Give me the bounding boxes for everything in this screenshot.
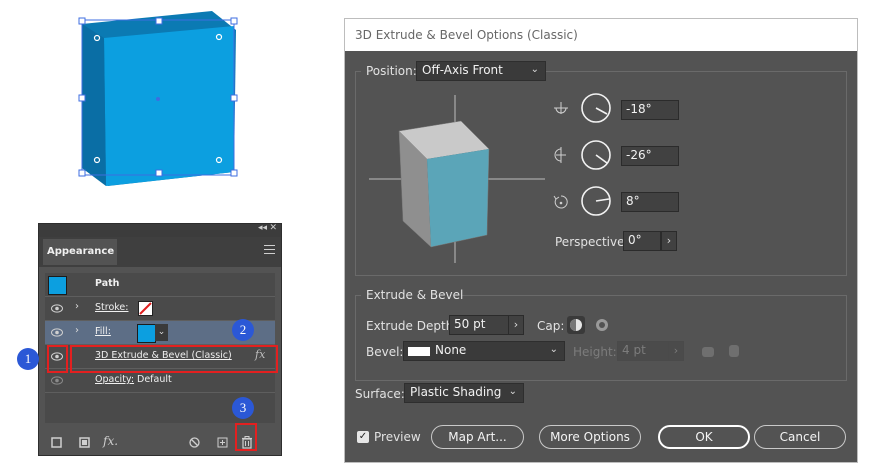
chevron-down-icon: ⌄ xyxy=(549,344,558,355)
z-rotation-dial[interactable] xyxy=(581,186,611,216)
duplicate-item-icon[interactable] xyxy=(217,437,228,448)
opacity-label[interactable]: Opacity: xyxy=(95,374,134,385)
dialog-title: 3D Extrude & Bevel Options (Classic) xyxy=(355,28,578,42)
visibility-eye-icon[interactable] xyxy=(51,328,63,337)
rotation-track-cube[interactable] xyxy=(369,95,545,263)
cap-off-button[interactable] xyxy=(593,316,611,334)
y-axis-rotation-icon xyxy=(554,147,566,163)
y-rotation-dial[interactable] xyxy=(581,140,611,170)
add-new-stroke-icon[interactable] xyxy=(51,437,62,448)
cap-label: Cap: xyxy=(537,319,565,333)
x-rotation-input[interactable]: -18° xyxy=(621,100,679,120)
extrude-bevel-group xyxy=(355,295,847,381)
chevron-down-icon: ⌄ xyxy=(530,64,539,75)
object-thumbnail xyxy=(48,276,67,295)
tab-appearance-label: Appearance xyxy=(47,246,115,257)
fill-color-swatch[interactable] xyxy=(137,324,156,343)
collapse-icon[interactable]: ◂◂ xyxy=(258,223,267,233)
extrude-bevel-section-label: Extrude & Bevel xyxy=(366,288,464,302)
position-dropdown[interactable]: Off-Axis Front ⌄ xyxy=(416,61,546,81)
opacity-value: Default xyxy=(137,374,172,385)
add-new-effect-icon[interactable]: fx. xyxy=(103,434,118,448)
bevel-dropdown[interactable]: None ⌄ xyxy=(403,341,565,361)
bevel-extent-out-button xyxy=(729,345,739,357)
bevel-preview-icon xyxy=(408,347,430,356)
more-options-button[interactable]: More Options xyxy=(539,425,641,449)
map-art-button[interactable]: Map Art... xyxy=(431,425,524,449)
ok-button[interactable]: OK xyxy=(658,425,750,449)
object-path-row[interactable]: Path xyxy=(45,273,275,297)
stroke-label[interactable]: Stroke: xyxy=(95,302,128,313)
expand-chevron-icon[interactable]: › xyxy=(75,301,79,312)
bevel-value: None xyxy=(435,343,467,357)
chevron-down-icon[interactable]: ⌄ xyxy=(155,324,168,341)
z-axis-rotation-icon xyxy=(553,195,568,209)
bevel-extent-in-button xyxy=(702,347,714,357)
extrude-bevel-dialog: 3D Extrude & Bevel Options (Classic) Pos… xyxy=(344,18,858,463)
surface-dropdown[interactable]: Plastic Shading ⌄ xyxy=(404,383,524,403)
extrude-depth-stepper[interactable]: › xyxy=(508,315,524,335)
extrude-depth-label: Extrude Depth: xyxy=(366,319,458,333)
cap-on-button[interactable] xyxy=(567,316,585,334)
selected-3d-object[interactable] xyxy=(70,8,250,198)
close-icon[interactable]: ✕ xyxy=(269,223,277,233)
visibility-eye-icon[interactable] xyxy=(51,304,63,313)
stroke-none-swatch[interactable] xyxy=(138,301,153,316)
highlight-trash xyxy=(235,423,257,451)
object-type-label: Path xyxy=(95,278,120,289)
step-badge-2: 2 xyxy=(232,319,254,341)
perspective-input[interactable]: 0° xyxy=(623,231,661,251)
preview-label[interactable]: Preview xyxy=(374,430,421,444)
position-value: Off-Axis Front xyxy=(422,63,503,77)
extrude-depth-input[interactable]: 50 pt xyxy=(449,315,509,335)
panel-titlebar[interactable]: ◂◂ ✕ xyxy=(39,223,281,237)
perspective-label: Perspective: xyxy=(555,235,629,249)
step-badge-1: 1 xyxy=(17,348,39,370)
step-badge-3: 3 xyxy=(232,397,254,419)
dialog-titlebar[interactable]: 3D Extrude & Bevel Options (Classic) xyxy=(345,19,857,51)
highlight-effect-row xyxy=(70,345,278,373)
expand-chevron-icon[interactable]: › xyxy=(75,325,79,336)
surface-label: Surface: xyxy=(355,387,405,401)
height-label: Height: xyxy=(573,345,617,359)
x-axis-rotation-icon xyxy=(554,102,568,114)
z-rotation-input[interactable]: 8° xyxy=(621,192,679,212)
add-new-fill-icon[interactable] xyxy=(79,437,90,448)
fill-label[interactable]: Fill: xyxy=(95,326,111,337)
visibility-eye-icon xyxy=(51,376,63,385)
position-label: Position: xyxy=(366,64,417,78)
chevron-down-icon: ⌄ xyxy=(508,386,517,397)
preview-checkbox[interactable]: ✓ xyxy=(357,431,369,443)
panel-menu-icon[interactable] xyxy=(264,245,275,257)
highlight-eye xyxy=(47,345,68,373)
height-input: 4 pt xyxy=(617,341,669,361)
surface-value: Plastic Shading xyxy=(410,385,502,399)
clear-appearance-icon[interactable] xyxy=(189,437,200,448)
height-stepper: › xyxy=(668,341,684,361)
perspective-stepper[interactable]: › xyxy=(661,231,677,251)
stroke-row[interactable]: › Stroke: xyxy=(45,297,275,321)
x-rotation-dial[interactable] xyxy=(581,93,611,123)
bevel-label: Bevel: xyxy=(366,345,404,359)
y-rotation-input[interactable]: -26° xyxy=(621,146,679,166)
cancel-button[interactable]: Cancel xyxy=(754,425,846,449)
